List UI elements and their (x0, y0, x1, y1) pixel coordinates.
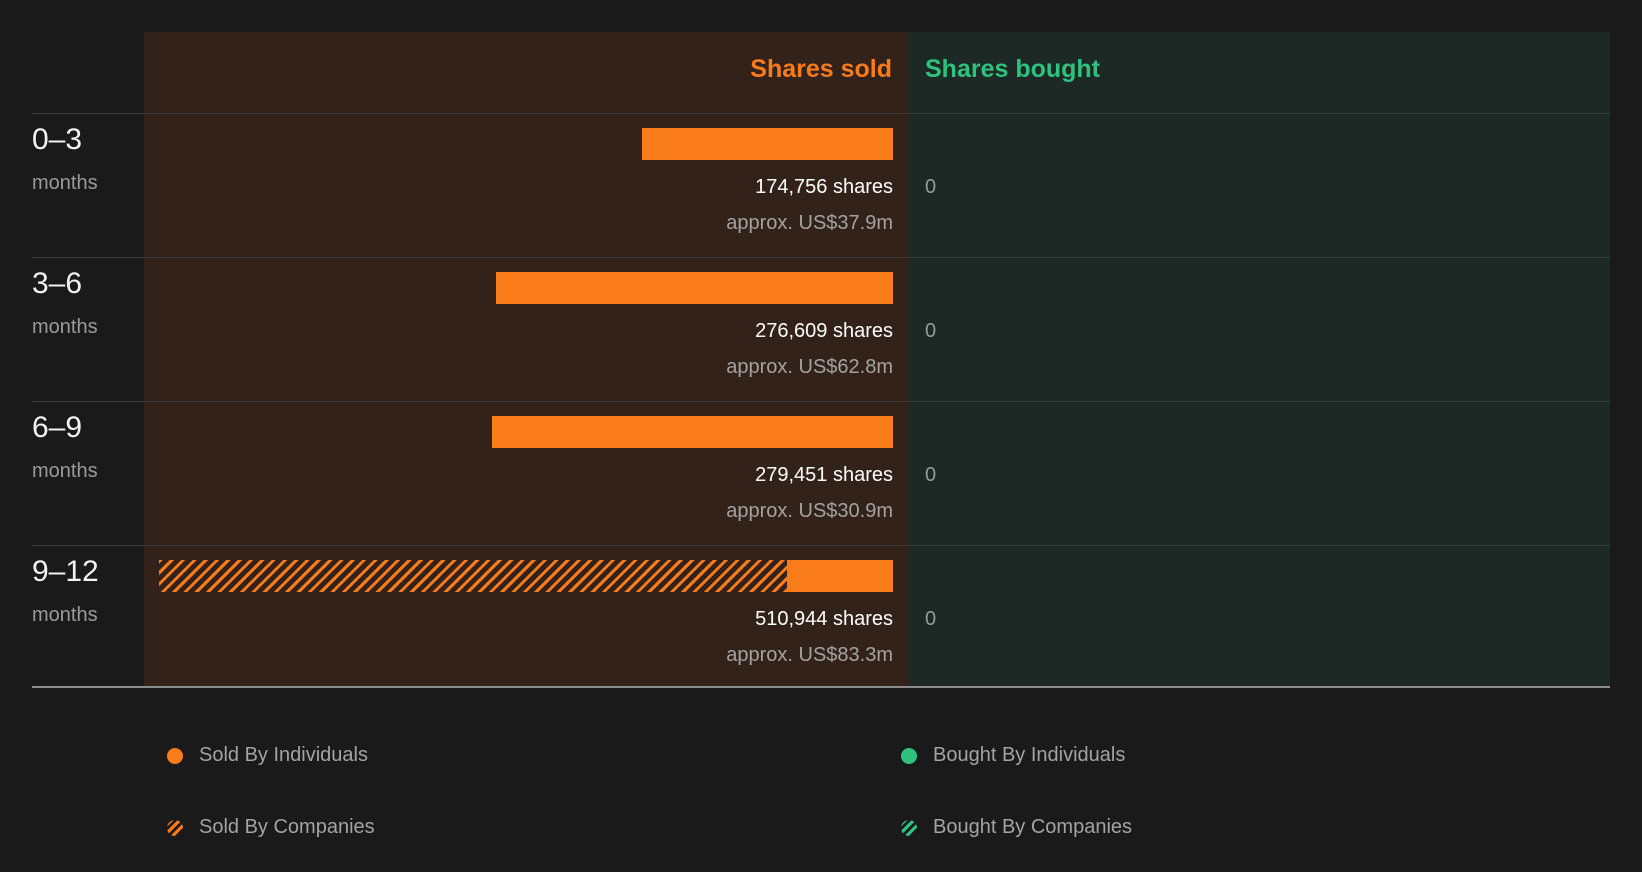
period-range-label: 9–12 (32, 555, 99, 588)
sold-by-companies-bar (159, 560, 787, 592)
period-unit-label: months (32, 604, 98, 626)
sold-shares-count: 510,944 shares (755, 608, 893, 630)
shares-bought-header: Shares bought (925, 55, 1101, 83)
sold-value-approx: approx. US$37.9m (726, 212, 893, 234)
bought-shares-count: 0 (925, 320, 937, 342)
legend-item: Bought By Individuals (901, 744, 1125, 767)
legend-label: Bought By Individuals (933, 744, 1126, 766)
period-range-label: 6–9 (32, 411, 83, 444)
sold-shares-count: 276,609 shares (755, 320, 893, 342)
period-range-label: 0–3 (32, 123, 83, 156)
sold-value-approx: approx. US$30.9m (726, 500, 893, 522)
chart-bottom-axis (32, 686, 1610, 688)
sold-by-individuals-bar (786, 560, 893, 592)
legend-dot-icon (167, 747, 183, 764)
legend-hatched-swatch-icon (901, 819, 917, 836)
period-unit-label: months (32, 460, 98, 482)
legend-item: Bought By Companies (901, 816, 1132, 839)
row-separator (32, 113, 1610, 114)
legend-item: Sold By Companies (167, 816, 375, 839)
legend-label: Sold By Individuals (199, 744, 368, 766)
bought-panel (909, 32, 1610, 687)
sold-value-approx: approx. US$62.8m (726, 356, 893, 378)
period-range-label: 3–6 (32, 267, 83, 300)
row-separator (32, 401, 1610, 402)
sold-value-approx: approx. US$83.3m (726, 644, 893, 666)
sold-by-individuals-bar (491, 416, 893, 448)
period-unit-label: months (32, 172, 98, 194)
bought-shares-count: 0 (925, 464, 937, 486)
period-unit-label: months (32, 316, 98, 338)
legend-dot-icon (901, 747, 917, 764)
bought-shares-count: 0 (925, 176, 937, 198)
shares-sold-header: Shares sold (750, 55, 892, 83)
sold-shares-count: 174,756 shares (755, 176, 893, 198)
legend-label: Bought By Companies (933, 816, 1133, 838)
row-separator (32, 545, 1610, 546)
legend-hatched-swatch-icon (167, 819, 183, 836)
bought-shares-count: 0 (925, 608, 937, 630)
sold-shares-count: 279,451 shares (755, 464, 893, 486)
legend-item: Sold By Individuals (167, 744, 368, 767)
row-separator (32, 257, 1610, 258)
legend-label: Sold By Companies (199, 816, 375, 838)
sold-by-individuals-bar (641, 128, 893, 160)
sold-by-individuals-bar (495, 272, 893, 304)
